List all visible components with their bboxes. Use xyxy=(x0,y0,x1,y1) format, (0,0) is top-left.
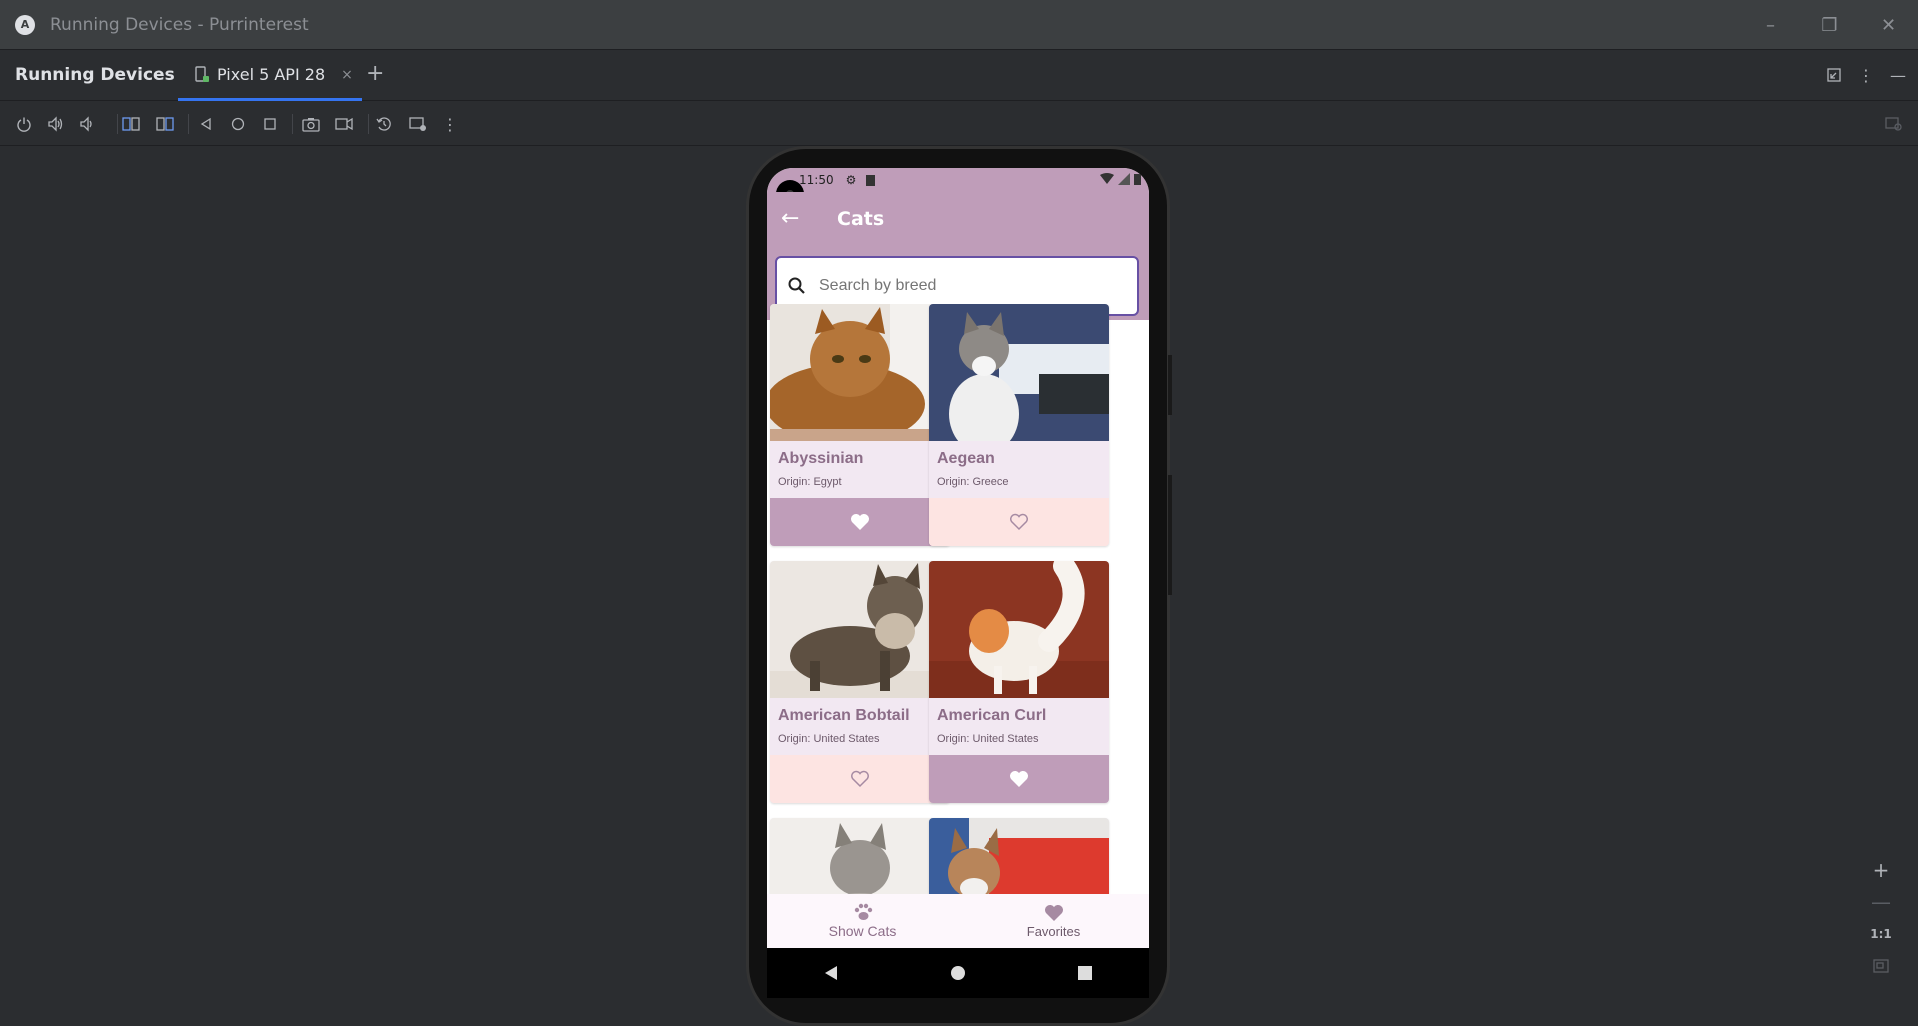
cat-card[interactable]: American Curl Origin: United States xyxy=(929,561,1109,803)
cat-photo xyxy=(770,304,950,441)
cat-origin: Origin: United States xyxy=(778,733,880,745)
rotate-right-icon[interactable] xyxy=(155,114,175,134)
cat-name: Aegean xyxy=(937,450,995,467)
status-time: 11:50 xyxy=(799,173,834,187)
back-icon[interactable] xyxy=(196,114,216,134)
cat-origin: Origin: United States xyxy=(937,733,1039,745)
app-title: Cats xyxy=(837,208,885,230)
device-toolbar: ⋮ xyxy=(0,102,1918,146)
tab-label: Pixel 5 API 28 xyxy=(217,65,326,84)
system-back-icon[interactable] xyxy=(823,965,839,981)
search-input[interactable] xyxy=(819,277,1119,295)
system-home-icon[interactable] xyxy=(950,965,966,981)
system-recents-icon[interactable] xyxy=(1077,965,1093,981)
volume-down-icon[interactable] xyxy=(77,114,97,134)
cat-card[interactable]: Abyssinian Origin: Egypt xyxy=(770,304,950,546)
nav-favorites[interactable]: Favorites xyxy=(958,894,1149,948)
title-bar: A Running Devices - Purrinterest – ❐ ✕ xyxy=(0,0,1918,50)
panel-title: Running Devices xyxy=(15,65,175,85)
bottom-navigation: Show Cats Favorites xyxy=(767,894,1149,948)
cat-grid[interactable]: Abyssinian Origin: Egypt Aegean Origin: … xyxy=(767,304,1149,894)
cat-card[interactable]: American Bobtail Origin: United States xyxy=(770,561,950,803)
paw-icon xyxy=(854,903,872,920)
float-window-icon[interactable] xyxy=(1824,65,1844,85)
volume-up-icon[interactable] xyxy=(46,114,66,134)
cat-card[interactable]: Aegean Origin: Greece xyxy=(929,304,1109,546)
favorite-button[interactable] xyxy=(770,755,950,803)
wifi-icon xyxy=(1100,173,1114,184)
favorite-button[interactable] xyxy=(770,498,950,546)
nav-favorites-label: Favorites xyxy=(1026,923,1081,939)
cat-photo xyxy=(929,818,1109,894)
cat-photo xyxy=(929,561,1109,698)
zoom-actual-size-button[interactable]: 1:1 xyxy=(1869,924,1893,944)
screen-record-icon[interactable] xyxy=(334,114,354,134)
inspect-icon[interactable] xyxy=(1884,114,1904,134)
device-screen[interactable]: 11:50 ⚙ ← Cats Search by breed Abyssinia… xyxy=(767,168,1149,948)
phone-side-button xyxy=(1168,355,1172,415)
cat-photo xyxy=(770,561,950,698)
favorite-button[interactable] xyxy=(929,755,1109,803)
search-icon xyxy=(788,277,805,294)
add-tab-icon[interactable]: + xyxy=(366,61,384,86)
cat-origin: Origin: Egypt xyxy=(778,476,842,488)
restore-icon[interactable]: ❐ xyxy=(1800,0,1859,50)
cat-name: American Curl xyxy=(937,707,1047,724)
cat-photo xyxy=(929,304,1109,441)
tab-pixel-5[interactable]: Pixel 5 API 28 × xyxy=(178,51,362,101)
rotate-left-icon[interactable] xyxy=(121,114,141,134)
sd-card-icon xyxy=(866,174,876,186)
phone-volume-button xyxy=(1168,475,1172,595)
cat-name: American Bobtail xyxy=(778,707,910,724)
more-options-icon[interactable]: ⋮ xyxy=(1856,65,1876,85)
heart-filled-icon xyxy=(851,514,869,530)
home-icon[interactable] xyxy=(228,114,248,134)
power-icon[interactable] xyxy=(14,114,34,134)
favorite-button[interactable] xyxy=(929,498,1109,546)
close-window-icon[interactable]: ✕ xyxy=(1859,0,1918,50)
heart-outline-icon xyxy=(851,770,869,788)
cat-photo xyxy=(770,818,950,894)
android-studio-logo-icon: A xyxy=(15,14,35,35)
zoom-out-icon[interactable]: — xyxy=(1869,890,1893,914)
cat-card[interactable] xyxy=(929,818,1109,894)
back-arrow-icon[interactable]: ← xyxy=(781,206,799,231)
snapshots-icon[interactable] xyxy=(374,114,394,134)
zoom-controls: + — 1:1 xyxy=(1866,858,1896,976)
signal-icon xyxy=(1118,173,1130,185)
device-settings-icon[interactable] xyxy=(408,114,428,134)
system-navigation-bar xyxy=(767,948,1149,998)
nav-show-cats-label: Show Cats xyxy=(828,923,897,939)
cat-origin: Origin: Greece xyxy=(937,476,1009,488)
heart-outline-icon xyxy=(1010,513,1028,531)
heart-filled-icon xyxy=(1010,771,1028,787)
cat-card[interactable] xyxy=(770,818,950,894)
cat-name: Abyssinian xyxy=(778,450,864,467)
zoom-fit-icon[interactable] xyxy=(1869,956,1893,976)
minimize-icon[interactable]: – xyxy=(1741,0,1800,50)
battery-icon xyxy=(1134,174,1141,185)
app-bar: ← Cats xyxy=(767,192,1149,320)
settings-status-icon: ⚙ xyxy=(845,173,857,187)
window-controls: – ❐ ✕ xyxy=(1741,0,1918,50)
status-right-icons xyxy=(1100,173,1141,185)
zoom-in-icon[interactable]: + xyxy=(1869,858,1893,882)
hide-panel-icon[interactable]: — xyxy=(1888,65,1908,85)
nav-show-cats[interactable]: Show Cats xyxy=(767,894,958,948)
tool-window-header: Running Devices Pixel 5 API 28 × + ⋮ — xyxy=(0,51,1918,101)
screenshot-icon[interactable] xyxy=(301,114,321,134)
toolbar-more-icon[interactable]: ⋮ xyxy=(440,114,460,134)
status-bar: 11:50 ⚙ xyxy=(767,168,1149,192)
heart-nav-icon xyxy=(1044,904,1063,921)
panel-actions: ⋮ — xyxy=(1824,65,1908,85)
tab-close-icon[interactable]: × xyxy=(341,67,353,83)
device-icon xyxy=(195,66,209,82)
window-title: Running Devices - Purrinterest xyxy=(50,14,309,35)
overview-icon[interactable] xyxy=(260,114,280,134)
